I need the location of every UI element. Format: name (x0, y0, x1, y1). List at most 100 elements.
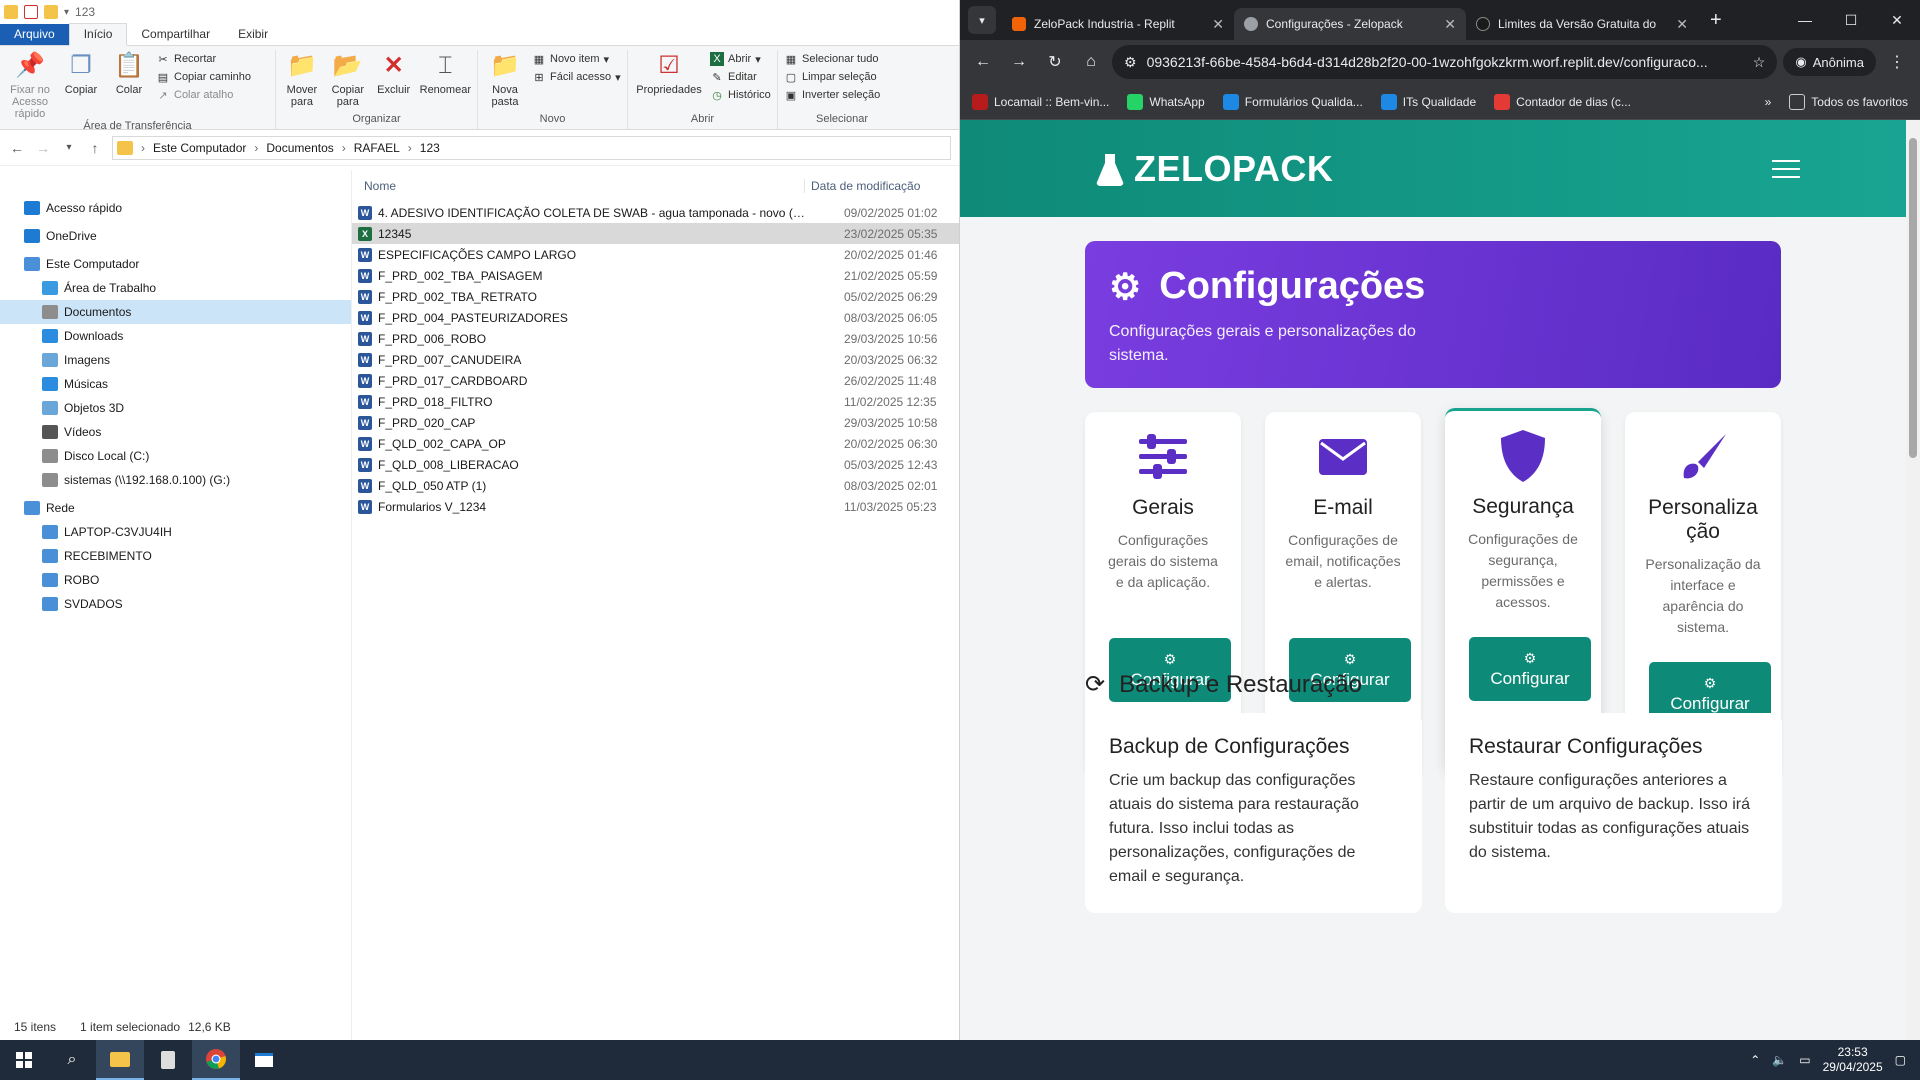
nav-item[interactable]: Vídeos (0, 420, 351, 444)
tab-share[interactable]: Compartilhar (127, 24, 224, 45)
open-button[interactable]: X Abrir ▾ (710, 52, 771, 66)
bookmark-item[interactable]: WhatsApp (1127, 93, 1205, 110)
column-name[interactable]: Nome (352, 179, 804, 193)
new-folder-button[interactable]: 📁 Nova pasta (484, 50, 526, 113)
file-row[interactable]: W F_QLD_002_CAPA_OP 20/02/2025 06:30 (352, 433, 959, 454)
bookmark-item[interactable]: Contador de dias (c... (1494, 93, 1631, 110)
nav-item[interactable]: Downloads (0, 324, 351, 348)
site-info-icon[interactable]: ⚙ (1124, 54, 1137, 71)
menu-kebab-icon[interactable]: ⋮ (1882, 52, 1912, 72)
browser-tab[interactable]: ZeloPack Industria - Replit ✕ (1002, 8, 1234, 40)
forward-arrow-icon[interactable]: → (34, 140, 52, 156)
tab-search-icon[interactable]: ▾ (968, 6, 996, 34)
address-bar[interactable]: › Este Computador › Documentos › RAFAEL … (112, 135, 951, 160)
file-row[interactable]: W Formularios V_1234 11/03/2025 05:23 (352, 496, 959, 517)
app-window-icon[interactable] (240, 1040, 288, 1080)
recent-chevron-icon[interactable]: ▾ (60, 142, 78, 153)
nav-item[interactable]: Área de Trabalho (0, 276, 351, 300)
chrome-icon[interactable] (192, 1040, 240, 1080)
nav-item[interactable]: Objetos 3D (0, 396, 351, 420)
clock[interactable]: 23:53 29/04/2025 (1823, 1045, 1883, 1075)
file-row[interactable]: W F_PRD_002_TBA_RETRATO 05/02/2025 06:29 (352, 286, 959, 307)
close-window-icon[interactable]: ✕ (1874, 12, 1920, 29)
nav-item[interactable]: OneDrive (0, 224, 351, 248)
nav-item[interactable]: Disco Local (C:) (0, 444, 351, 468)
volume-icon[interactable]: 🔈 (1772, 1053, 1787, 1067)
properties-icon[interactable] (24, 5, 38, 19)
browser-tab-active[interactable]: Configurações - Zelopack ✕ (1234, 8, 1466, 40)
all-bookmarks-folder[interactable]: Todos os favoritos (1789, 93, 1908, 110)
bookmark-item[interactable]: ITs Qualidade (1380, 93, 1476, 110)
nav-item[interactable]: SVDADOS (0, 592, 351, 616)
file-row[interactable]: W F_PRD_017_CARDBOARD 26/02/2025 11:48 (352, 370, 959, 391)
clear-selection-button[interactable]: ▢ Limpar seleção (784, 70, 880, 84)
omnibox[interactable]: ⚙ 0936213f-66be-4584-b6d4-d314d28b2f20-0… (1112, 45, 1778, 79)
up-arrow-icon[interactable]: ↑ (86, 140, 104, 156)
scrollbar-thumb[interactable] (1909, 138, 1917, 458)
easy-access-button[interactable]: ⊞ Fácil acesso ▾ (532, 70, 620, 84)
move-to-button[interactable]: 📁 Mover para (282, 50, 322, 113)
maximize-icon[interactable]: ☐ (1828, 12, 1874, 29)
new-item-button[interactable]: ▦ Novo item ▾ (532, 52, 621, 66)
cut-button[interactable]: ✂ Recortar (156, 52, 251, 66)
new-tab-icon[interactable]: + (1710, 9, 1722, 32)
tab-home[interactable]: Início (68, 23, 128, 46)
copy-to-button[interactable]: 📂 Copiar para (328, 50, 368, 113)
search-icon[interactable]: ⌕ (48, 1040, 96, 1080)
hamburger-menu-icon[interactable] (1772, 159, 1800, 178)
delete-button[interactable]: ✕ Excluir (374, 50, 414, 113)
tab-view[interactable]: Exibir (224, 24, 282, 45)
battery-icon[interactable]: ▭ (1799, 1053, 1810, 1067)
bookmark-star-icon[interactable]: ☆ (1753, 54, 1766, 71)
properties-button[interactable]: ☑ Propriedades (634, 50, 704, 113)
close-tab-icon[interactable]: ✕ (1676, 16, 1688, 33)
file-row[interactable]: W F_PRD_006_ROBO 29/03/2025 10:56 (352, 328, 959, 349)
forward-icon[interactable]: → (1004, 53, 1034, 71)
breadcrumb-item[interactable]: Documentos (266, 141, 333, 155)
incognito-profile-button[interactable]: ◉ Anônima (1783, 48, 1876, 76)
file-row[interactable]: W F_QLD_008_LIBERACAO 05/03/2025 12:43 (352, 454, 959, 475)
paste-shortcut-button[interactable]: ↗ Colar atalho (156, 88, 251, 102)
tray-chevron-up-icon[interactable]: ⌃ (1750, 1053, 1760, 1067)
configure-security-button[interactable]: ⚙ Configurar (1469, 637, 1591, 701)
close-tab-icon[interactable]: ✕ (1212, 16, 1224, 33)
nav-item[interactable]: sistemas (\\192.168.0.100) (G:) (0, 468, 351, 492)
minimize-icon[interactable]: — (1782, 12, 1828, 29)
file-explorer-icon[interactable] (96, 1040, 144, 1080)
file-row[interactable]: W F_PRD_004_PASTEURIZADORES 08/03/2025 06:… (352, 307, 959, 328)
more-bookmarks-icon[interactable]: » (1765, 95, 1772, 109)
nav-item[interactable]: Acesso rápido (0, 196, 351, 220)
file-row[interactable]: W F_QLD_050 ATP (1) 08/03/2025 02:01 (352, 475, 959, 496)
pin-quick-access-button[interactable]: 📌 Fixar no Acesso rápido (6, 50, 54, 121)
brand-logo[interactable]: ZELOPACK (1096, 148, 1333, 190)
file-row[interactable]: W ESPECIFICAÇÕES CAMPO LARGO 20/02/2025 01… (352, 244, 959, 265)
select-all-button[interactable]: ▦ Selecionar tudo (784, 52, 880, 66)
new-folder-icon[interactable] (44, 5, 58, 19)
nav-item[interactable]: ROBO (0, 568, 351, 592)
nav-item[interactable]: RECEBIMENTO (0, 544, 351, 568)
tab-file[interactable]: Arquivo (0, 24, 69, 45)
home-icon[interactable]: ⌂ (1076, 53, 1106, 71)
browser-tab[interactable]: Limites da Versão Gratuita do ✕ (1466, 8, 1698, 40)
reload-icon[interactable]: ↻ (1040, 52, 1070, 72)
file-row[interactable]: X 12345 23/02/2025 05:35 (352, 223, 959, 244)
paste-button[interactable]: 📋 Colar (108, 50, 150, 120)
breadcrumb-item[interactable]: RAFAEL (354, 141, 400, 155)
bookmark-item[interactable]: Formulários Qualida... (1222, 93, 1363, 110)
notifications-icon[interactable]: ▢ (1895, 1053, 1906, 1067)
breadcrumb-item[interactable]: 123 (420, 141, 440, 155)
history-button[interactable]: ◷ Histórico (710, 88, 771, 102)
nav-item[interactable]: Rede (0, 496, 351, 520)
copy-button[interactable]: ❐ Copiar (60, 50, 102, 120)
bookmark-item[interactable]: Locamail :: Bem-vin... (972, 93, 1109, 110)
breadcrumb-item[interactable]: Este Computador (153, 141, 246, 155)
page-scrollbar[interactable] (1906, 120, 1920, 1040)
back-arrow-icon[interactable]: ← (8, 140, 26, 156)
copy-path-button[interactable]: ▤ Copiar caminho (156, 70, 251, 84)
nav-item[interactable]: LAPTOP-C3VJU4IH (0, 520, 351, 544)
nav-item[interactable]: Documentos (0, 300, 351, 324)
start-windows-icon[interactable] (0, 1040, 48, 1080)
invert-selection-button[interactable]: ▣ Inverter seleção (784, 88, 880, 102)
edit-button[interactable]: ✎ Editar (710, 70, 771, 84)
file-row[interactable]: W F_PRD_007_CANUDEIRA 20/03/2025 06:32 (352, 349, 959, 370)
